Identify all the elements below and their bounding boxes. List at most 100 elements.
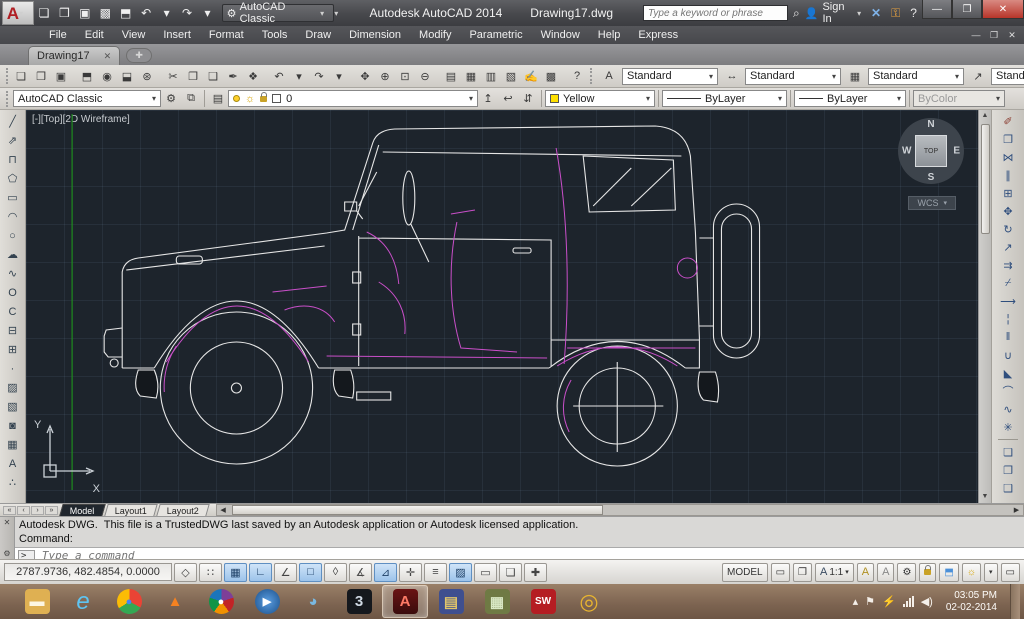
help-icon[interactable]: ? <box>567 67 587 86</box>
rectangle-icon[interactable]: ▭ <box>2 188 24 207</box>
close-button[interactable]: ✕ <box>982 0 1024 19</box>
taskbar-scanner-app[interactable]: ▦ <box>474 585 520 618</box>
move-icon[interactable]: ✥ <box>997 202 1019 220</box>
snap-mode-toggle[interactable]: ∷ <box>199 563 222 582</box>
wcs-dropdown[interactable]: WCS▾ <box>908 196 956 210</box>
copy-icon[interactable]: ❐ <box>183 67 203 86</box>
layout-nav--[interactable]: ‹ <box>17 506 30 515</box>
plot-icon[interactable]: ⬒ <box>77 67 97 86</box>
zoom-previous-icon[interactable]: ⊖ <box>415 67 435 86</box>
make-object-layer-current-icon[interactable]: ↥ <box>478 89 498 108</box>
table-icon[interactable]: ▦ <box>2 435 24 454</box>
chamfer-icon[interactable]: ◣ <box>997 364 1019 382</box>
tab-model[interactable]: Model <box>59 504 105 516</box>
copy-object-icon[interactable]: ❐ <box>997 130 1019 148</box>
open-file-icon[interactable]: ❒ <box>31 67 51 86</box>
zoom-realtime-icon[interactable]: ⊕ <box>375 67 395 86</box>
arc-icon[interactable]: ◠ <box>2 207 24 226</box>
menu-express[interactable]: Express <box>629 29 687 41</box>
offset-icon[interactable]: ∥ <box>997 166 1019 184</box>
new-tab-button[interactable]: ✚ <box>126 48 152 63</box>
menu-parametric[interactable]: Parametric <box>460 29 531 41</box>
redo-icon[interactable]: ↷ <box>309 67 329 86</box>
style-icon[interactable]: ↗ <box>968 67 988 86</box>
erase-icon[interactable]: ✐ <box>997 112 1019 130</box>
ellipse-icon[interactable]: O <box>2 283 24 302</box>
blend-curves-icon[interactable]: ∿ <box>997 400 1019 418</box>
scroll-left-icon[interactable]: ◀ <box>217 506 230 514</box>
undo-icon[interactable]: ↶ <box>136 3 156 23</box>
transparency-toggle[interactable]: ▨ <box>449 563 472 582</box>
scale-icon[interactable]: ↗ <box>997 238 1019 256</box>
cut-icon[interactable]: ✂ <box>163 67 183 86</box>
maximize-button[interactable]: ❐ <box>952 0 982 19</box>
keyhole-icon[interactable]: ⚿ <box>891 6 900 21</box>
menu-tools[interactable]: Tools <box>253 29 297 41</box>
taskbar-autocad[interactable]: A <box>382 585 428 618</box>
plot-icon[interactable]: ⬒ <box>115 3 135 23</box>
export-dwf-icon[interactable]: ⊛ <box>137 67 157 86</box>
save-icon[interactable]: ▣ <box>51 67 71 86</box>
object-snap-toggle[interactable]: □ <box>299 563 322 582</box>
viewcube-south[interactable]: S <box>928 172 935 183</box>
redo-icon[interactable]: ↷ <box>177 3 197 23</box>
save-as-icon[interactable]: ▩ <box>95 3 115 23</box>
break-at-point-icon[interactable]: ¦ <box>997 310 1019 328</box>
toolbar-options-arrow-icon[interactable]: ▾ <box>334 9 343 18</box>
new-file-icon[interactable]: ❏ <box>34 3 54 23</box>
redo-dropdown-icon[interactable]: ▾ <box>197 3 217 23</box>
workspace-selector[interactable]: AutoCAD Classic▾ <box>13 90 161 107</box>
annotation-autoscale-button[interactable]: A <box>877 563 894 582</box>
toolbar-grip[interactable] <box>6 68 8 84</box>
menu-file[interactable]: File <box>40 29 76 41</box>
undo-dropdown-icon[interactable]: ▾ <box>156 3 176 23</box>
action-center-flag-icon[interactable]: ⚑ <box>865 595 875 608</box>
save-icon[interactable]: ▣ <box>75 3 95 23</box>
save-workspace-icon[interactable]: ⧉ <box>181 89 201 108</box>
designcenter-icon[interactable]: ▦ <box>461 67 481 86</box>
network-signal-icon[interactable] <box>903 596 914 607</box>
mtext-icon[interactable]: A <box>2 454 24 473</box>
style-icon[interactable]: ↔ <box>722 67 742 86</box>
explode-icon[interactable]: ✳ <box>997 418 1019 436</box>
sign-in-button[interactable]: 👤 Sign In ▾ <box>805 1 866 25</box>
lineweight-toggle[interactable]: ≡ <box>424 563 447 582</box>
viewcube-east[interactable]: E <box>953 146 960 157</box>
tab-layout1[interactable]: Layout1 <box>104 504 157 516</box>
horizontal-scrollbar[interactable]: ◀ ▶ <box>216 504 1024 516</box>
command-close-icon[interactable]: ✕ <box>4 518 11 527</box>
taskbar-dwg-viewer[interactable]: ◕ <box>290 585 336 618</box>
layout-nav--[interactable]: › <box>31 506 44 515</box>
menu-window[interactable]: Window <box>532 29 589 41</box>
bring-to-front-icon[interactable]: ❏ <box>997 443 1019 461</box>
array-icon[interactable]: ⊞ <box>997 184 1019 202</box>
divide-icon[interactable]: ∴ <box>2 473 24 492</box>
properties-icon[interactable]: ▤ <box>441 67 461 86</box>
layer-selector[interactable]: ☼ 0 ▾ <box>228 90 478 107</box>
ortho-mode-toggle[interactable]: ∟ <box>249 563 272 582</box>
tray-bulb-icon[interactable]: ☼ <box>962 563 981 582</box>
vertical-scrollbar[interactable]: ▲ ▼ <box>978 110 991 503</box>
toolbar-grip[interactable] <box>6 91 10 107</box>
search-input[interactable] <box>643 5 788 21</box>
menu-draw[interactable]: Draw <box>296 29 340 41</box>
send-to-back-icon[interactable]: ❐ <box>997 461 1019 479</box>
rotate-icon[interactable]: ↻ <box>997 220 1019 238</box>
taskbar-vlc[interactable]: ▲ <box>152 585 198 618</box>
layout-nav--[interactable]: » <box>45 506 58 515</box>
menu-edit[interactable]: Edit <box>76 29 113 41</box>
break-icon[interactable]: ‖ <box>997 328 1019 346</box>
menu-help[interactable]: Help <box>589 29 630 41</box>
plot-preview-icon[interactable]: ◉ <box>97 67 117 86</box>
layer-properties-icon[interactable]: ▤ <box>208 89 228 108</box>
lock-ui-button[interactable] <box>919 563 936 582</box>
volume-icon[interactable]: ◀) <box>921 595 933 608</box>
extend-icon[interactable]: ⟶ <box>997 292 1019 310</box>
menu-dimension[interactable]: Dimension <box>340 29 410 41</box>
workspace-quick-dropdown[interactable]: ⚙ AutoCAD Classic ▾ <box>222 4 335 22</box>
menu-modify[interactable]: Modify <box>410 29 460 41</box>
power-icon[interactable]: ⚡ <box>882 595 896 608</box>
annotation-scale-button[interactable]: A 1:1 ▾ <box>815 563 854 582</box>
zoom-window-icon[interactable]: ⊡ <box>395 67 415 86</box>
quick-properties-toggle[interactable]: ▭ <box>474 563 497 582</box>
